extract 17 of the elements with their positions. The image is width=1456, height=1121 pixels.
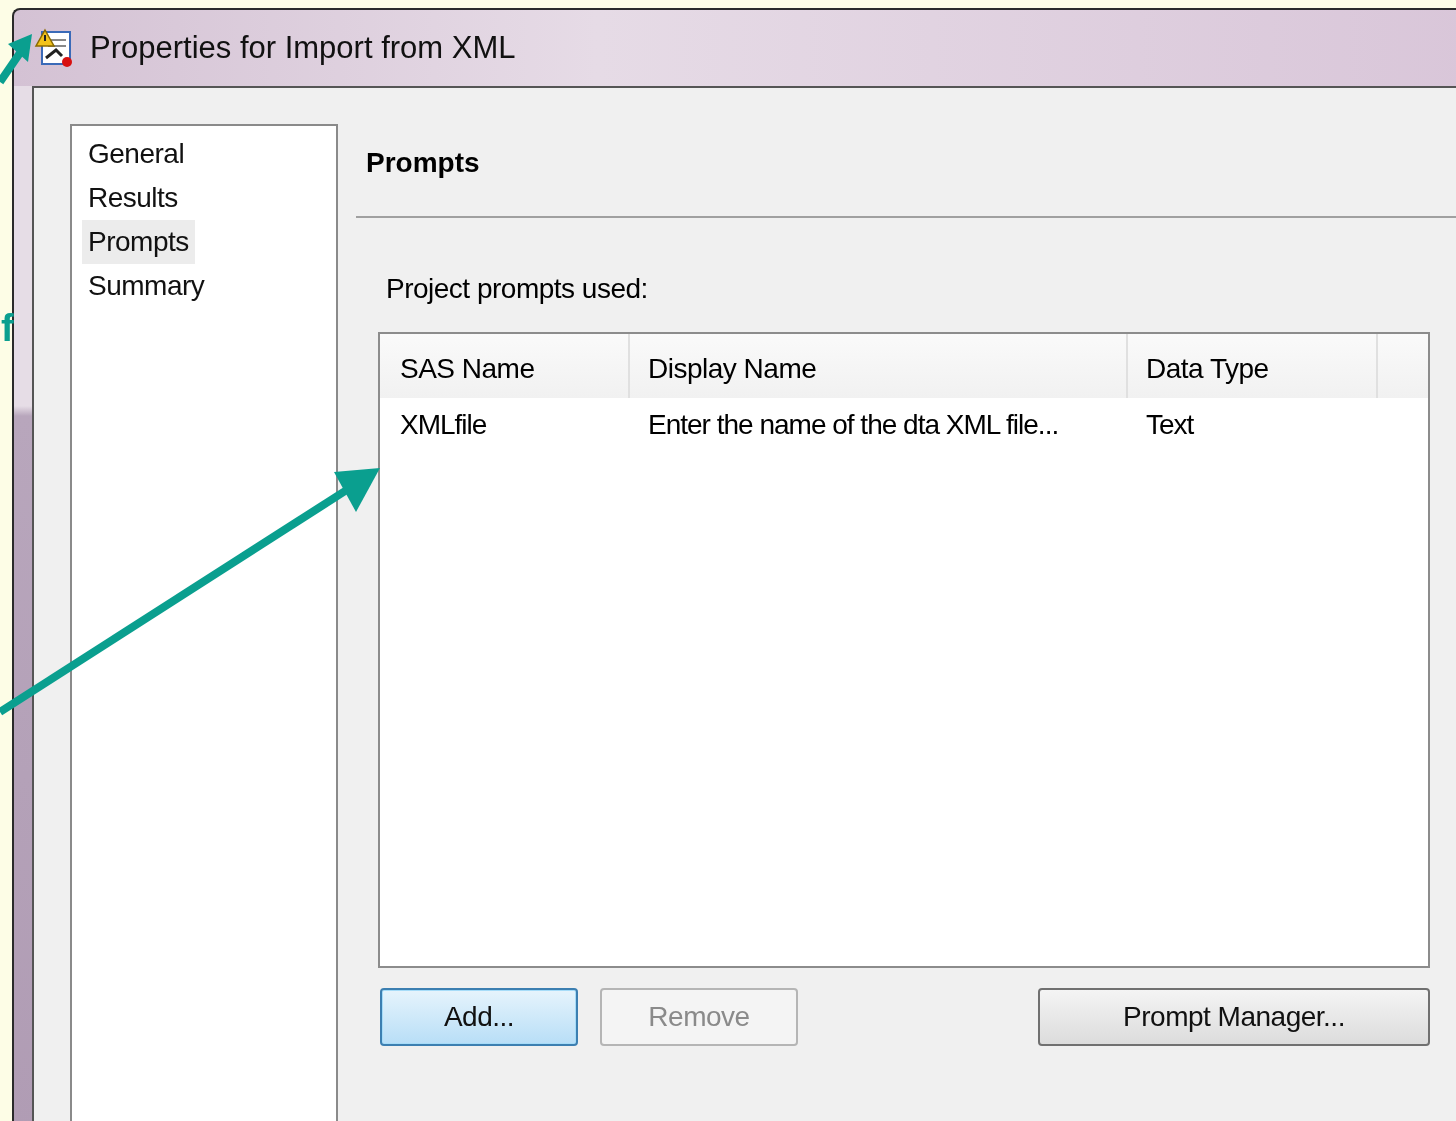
- button[interactable]: Add...: [380, 988, 578, 1046]
- list-label: Project prompts used:: [386, 272, 649, 306]
- column-header[interactable]: Display Name: [630, 334, 1128, 398]
- sidebar-item[interactable]: Prompts: [82, 220, 195, 264]
- column-header[interactable]: SAS Name: [382, 334, 630, 398]
- button[interactable]: Prompt Manager...: [1038, 988, 1430, 1046]
- sidebar-item[interactable]: Results: [82, 176, 184, 220]
- sidebar-item[interactable]: General: [82, 132, 191, 176]
- column-header[interactable]: Data Type: [1128, 334, 1378, 398]
- page-heading: Prompts: [366, 146, 481, 180]
- table-cell-text: Text: [1145, 408, 1195, 442]
- window-title: Properties for Import from XML: [90, 30, 516, 66]
- table-cell-text: Enter the name of the dta XML file...: [647, 408, 1060, 442]
- sidebar-item[interactable]: Summary: [82, 264, 211, 308]
- warning-document-icon: [34, 28, 74, 68]
- table-cell-text: XMLfile: [399, 408, 488, 442]
- annotation-arrow: [0, 34, 32, 85]
